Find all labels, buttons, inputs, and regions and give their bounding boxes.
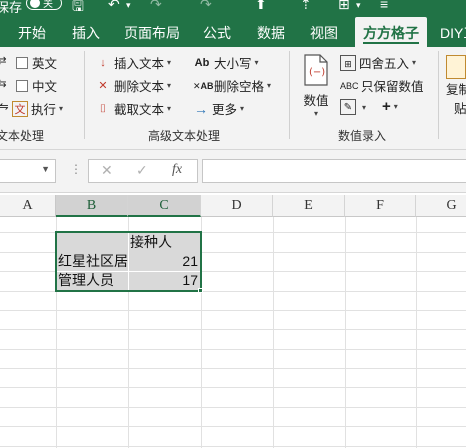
tab-data[interactable]: 数据 xyxy=(257,23,285,43)
selection-border xyxy=(55,231,202,292)
add-icon[interactable]: ⊞ xyxy=(338,0,350,13)
edit-icon: ✎ xyxy=(340,99,356,115)
formula-input[interactable] xyxy=(202,159,466,183)
copy-label: 复制 xyxy=(446,83,466,97)
chevron-down-icon: ▾ xyxy=(393,102,398,111)
plus-button[interactable]: + ▾ xyxy=(382,98,398,115)
ribbon-tabs: 开始 插入 页面布局 公式 数据 视图 方方格子 DIY工 xyxy=(0,17,466,47)
column-header-g[interactable]: G xyxy=(416,195,466,217)
clipboard-icon xyxy=(446,55,466,79)
chevron-down-icon: ▾ xyxy=(167,81,172,90)
ribbon: ⇄ ⇆ ⇋ 英文 中文 文执行 ▾ 文本处理 ↓ 插入文本 ▾ ✕ 删除文本 ▾ ⌷ 截取文… xyxy=(0,47,466,150)
format-painter-icon[interactable]: ⬆ xyxy=(255,0,267,13)
edit-dropdown-button[interactable]: ✎ ▾ xyxy=(340,99,366,115)
delete-text-icon: ✕ xyxy=(98,79,108,92)
redo-icon[interactable]: ↷ xyxy=(150,0,162,13)
chevron-down-icon: ▾ xyxy=(59,104,64,113)
case-icon: Ab xyxy=(194,56,210,69)
remove-spaces-button[interactable]: ✕AB 删除空格 ▾ xyxy=(193,76,271,95)
round-icon: ⊞ xyxy=(340,54,356,71)
execute-icon: 文 xyxy=(12,100,28,117)
autosave-toggle[interactable]: 关 xyxy=(26,0,62,10)
title-text: 保存 xyxy=(0,0,23,15)
column-header-f[interactable]: F xyxy=(345,195,416,217)
group-separator xyxy=(289,51,290,139)
customize-qa-icon[interactable]: ≡ xyxy=(380,0,388,12)
chevron-down-icon: ▾ xyxy=(254,58,259,67)
group-label-text: 文本处理 xyxy=(0,129,45,143)
partial-icon-1: ⇄ xyxy=(0,55,7,67)
numeric-button[interactable]: (−) 数值 ▾ xyxy=(298,53,334,118)
delete-text-button[interactable]: ✕ 删除文本 ▾ xyxy=(95,76,171,95)
keep-values-icon: ABC xyxy=(340,80,359,91)
redo-icon-2[interactable]: ↷ xyxy=(200,0,212,13)
chevron-down-icon: ▾ xyxy=(313,109,318,118)
worksheet-grid[interactable]: 接种人 红星社区居民 21 管理人员 17 xyxy=(0,217,466,448)
keep-values-button[interactable]: ABC 只保留数值 xyxy=(340,76,424,95)
group-separator xyxy=(84,51,85,139)
insert-function-icon[interactable]: fx xyxy=(172,162,182,178)
title-bar: 保存 关 🖫 ↶ ▾ ↷ ↷ ⬆ ⇡ ⊞ ▾ ≡ xyxy=(0,0,466,17)
paste-label: 贴 xyxy=(454,102,466,116)
column-header-b[interactable]: B xyxy=(56,195,128,217)
undo-dropdown-icon[interactable]: ▾ xyxy=(126,0,131,11)
chevron-down-icon: ▾ xyxy=(362,102,367,112)
enter-icon[interactable]: ✓ xyxy=(136,162,148,179)
arrow-right-icon: → xyxy=(194,100,208,117)
extract-text-icon: ⌷ xyxy=(99,102,107,115)
toggle-label: 关 xyxy=(43,0,53,10)
tab-formulas[interactable]: 公式 xyxy=(203,23,231,43)
chevron-down-icon: ▾ xyxy=(167,104,172,113)
copy-paste-button[interactable]: 复制 贴 xyxy=(446,55,466,117)
partial-icon-2: ⇆ xyxy=(0,78,7,90)
name-box[interactable]: ▼ xyxy=(0,159,56,183)
chevron-down-icon: ▾ xyxy=(167,58,172,67)
column-header-d[interactable]: D xyxy=(201,195,273,217)
remove-spaces-icon: ✕AB xyxy=(193,80,214,91)
chevron-down-icon: ▾ xyxy=(412,58,417,67)
extract-text-button[interactable]: ⌷ 截取文本 ▾ xyxy=(95,99,171,118)
tab-page-layout[interactable]: 页面布局 xyxy=(124,23,180,43)
trend-icon[interactable]: ⇡ xyxy=(300,0,312,13)
add-dropdown-icon[interactable]: ▾ xyxy=(356,0,361,11)
more-button[interactable]: → 更多 ▾ xyxy=(193,99,244,118)
tab-diy[interactable]: DIY工 xyxy=(440,23,466,43)
execute-button[interactable]: 文执行 ▾ xyxy=(12,99,63,118)
tab-insert[interactable]: 插入 xyxy=(72,23,100,43)
group-label-advanced-text: 高级文本处理 xyxy=(148,129,221,143)
chevron-down-icon[interactable]: ▼ xyxy=(41,164,50,174)
column-header-e[interactable]: E xyxy=(273,195,345,217)
toggle-knob xyxy=(30,0,40,8)
numeric-label: 数值 xyxy=(303,94,329,108)
column-header-a[interactable]: A xyxy=(0,195,56,217)
group-label-number-entry: 数值录入 xyxy=(338,129,387,143)
fill-handle[interactable] xyxy=(198,288,203,293)
tab-fangfang-gezi[interactable]: 方方格子 xyxy=(355,17,427,47)
case-button[interactable]: Ab 大小写 ▾ xyxy=(193,53,259,72)
insert-text-button[interactable]: ↓ 插入文本 ▾ xyxy=(95,53,171,72)
undo-icon[interactable]: ↶ xyxy=(108,0,120,13)
svg-text:(−): (−) xyxy=(309,67,325,78)
more-vertical-icon[interactable]: ⋮ xyxy=(70,162,82,176)
chevron-down-icon: ▾ xyxy=(240,104,245,113)
tab-view[interactable]: 视图 xyxy=(310,23,338,43)
chevron-down-icon: ▾ xyxy=(267,81,272,90)
chinese-checkbox[interactable]: 中文 xyxy=(16,76,57,95)
round-button[interactable]: ⊞ 四舍五入 ▾ xyxy=(340,53,416,72)
english-checkbox[interactable]: 英文 xyxy=(16,53,57,72)
formula-buttons: ✕ ✓ fx xyxy=(88,159,198,183)
column-header-c[interactable]: C xyxy=(128,195,201,217)
cancel-icon[interactable]: ✕ xyxy=(101,162,113,179)
tab-home[interactable]: 开始 xyxy=(18,23,46,43)
insert-text-icon: ↓ xyxy=(100,56,106,69)
numeric-doc-icon: (−) xyxy=(304,54,328,86)
group-separator xyxy=(438,51,439,139)
formula-area: ▼ ⋮ ✕ ✓ fx xyxy=(0,150,466,193)
